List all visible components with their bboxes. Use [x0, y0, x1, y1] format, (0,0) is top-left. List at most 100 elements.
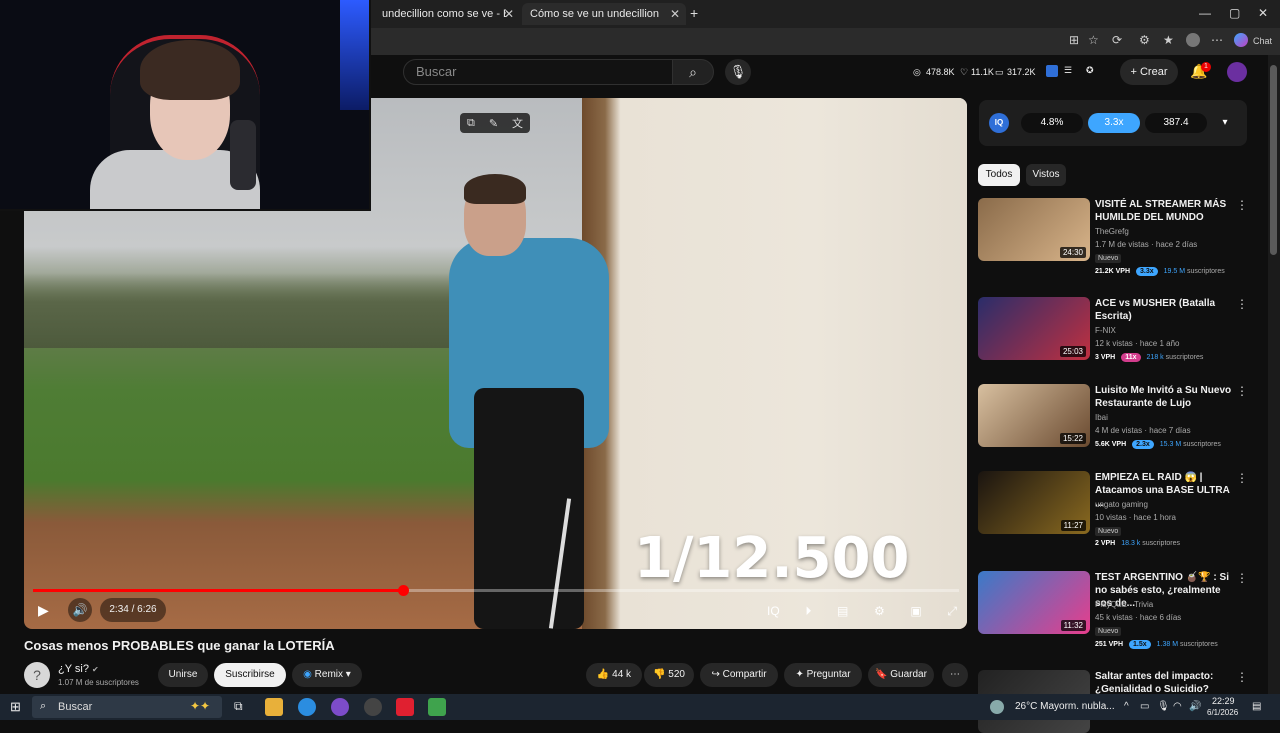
minimize-button[interactable]: —: [1199, 6, 1211, 20]
rec-subs: 1.38 M suscriptores: [1157, 641, 1218, 648]
iq-metric-3: 387.4: [1145, 113, 1207, 133]
rec-stats: 2 VPH 18.3 k suscriptores: [1095, 540, 1180, 547]
create-button[interactable]: + Crear: [1120, 59, 1178, 85]
rec-channel[interactable]: F-NIX: [1095, 326, 1116, 335]
remix-button[interactable]: ◉ Remix ▾: [292, 663, 362, 687]
iq-ext-icon[interactable]: [1046, 65, 1058, 77]
channel-avatar[interactable]: ?: [24, 662, 50, 688]
maximize-button[interactable]: ▢: [1229, 6, 1240, 20]
video-app-icon[interactable]: [396, 698, 414, 716]
dislike-button[interactable]: 👎 520: [644, 663, 694, 687]
more-vert-icon[interactable]: ⋮: [1236, 297, 1248, 311]
notes-icon[interactable]: ✎: [489, 117, 498, 130]
mic-icon[interactable]: 🎙: [1157, 701, 1170, 712]
app-icon[interactable]: [331, 698, 349, 716]
weather-text[interactable]: 26°C Mayorm. nubla...: [1015, 701, 1115, 712]
settings-icon[interactable]: ⚙: [874, 604, 885, 618]
favorite-icon[interactable]: ☆: [1088, 33, 1099, 47]
tab-search[interactable]: undecillion como se ve - Búsqued ✕: [374, 3, 520, 25]
autoplay-toggle-icon[interactable]: ⏵: [805, 604, 811, 619]
avatar[interactable]: [1227, 62, 1247, 82]
chevron-up-icon[interactable]: ^: [1124, 701, 1129, 712]
save-button[interactable]: 🔖 Guardar: [868, 663, 934, 687]
more-vert-icon[interactable]: ⋮: [1236, 670, 1248, 684]
join-button[interactable]: Unirse: [158, 663, 208, 687]
new-tab-button[interactable]: +: [690, 5, 698, 21]
subscribe-button[interactable]: Suscribirse: [214, 663, 286, 687]
profile-icon[interactable]: [1186, 33, 1200, 47]
chip-seen[interactable]: Vistos: [1026, 164, 1066, 186]
award-ext-icon[interactable]: ✪: [1086, 65, 1094, 76]
subtitles-icon[interactable]: ▤: [837, 604, 848, 618]
close-tab-icon[interactable]: ✕: [670, 7, 680, 21]
refresh-icon[interactable]: ⟳: [1112, 33, 1122, 47]
rec-channel[interactable]: Ibai: [1095, 413, 1108, 422]
vph: 5.6K VPH: [1095, 441, 1127, 448]
extensions-icon[interactable]: ⚙: [1139, 33, 1150, 47]
wifi-icon[interactable]: ◠: [1173, 701, 1182, 712]
favorites-icon[interactable]: ★: [1163, 33, 1174, 47]
close-window-button[interactable]: ✕: [1258, 6, 1268, 20]
volume-button[interactable]: 🔊: [68, 598, 92, 622]
network-icon[interactable]: ▭: [1140, 701, 1149, 712]
iq-icon[interactable]: IQ: [767, 604, 780, 618]
scrollbar-thumb[interactable]: [1270, 65, 1277, 255]
video-person-hair: [464, 174, 526, 204]
channel-name[interactable]: ¿Y si? ✔: [58, 663, 99, 675]
file-explorer-icon[interactable]: [265, 698, 283, 716]
video-tools[interactable]: ⧉ ✎ 文: [460, 113, 530, 133]
chat-label[interactable]: Chat: [1253, 36, 1272, 46]
rec-channel[interactable]: TheGrefg: [1095, 227, 1129, 236]
rec-title[interactable]: ACE vs MUSHER (Batalla Escrita): [1095, 297, 1235, 323]
rec-title[interactable]: VISITÉ AL STREAMER MÁS HUMILDE DEL MUNDO: [1095, 198, 1235, 224]
more-vert-icon[interactable]: ⋮: [1236, 384, 1248, 398]
volume-icon: 🔊: [72, 603, 88, 617]
tab-video[interactable]: Cómo se ve un undecillion ✕: [522, 3, 686, 25]
video-thumbnail[interactable]: 11:27: [978, 471, 1090, 534]
edge-icon[interactable]: [298, 698, 316, 716]
fullscreen-icon[interactable]: ⤢: [947, 604, 957, 619]
app-icon[interactable]: [364, 698, 382, 716]
video-thumbnail[interactable]: 11:32: [978, 571, 1090, 634]
rec-title[interactable]: Luisito Me Invitó a Su Nuevo Restaurante…: [1095, 384, 1235, 410]
iq-metric-1: 4.8%: [1021, 113, 1083, 133]
copilot-icon[interactable]: [1234, 33, 1248, 47]
voice-search-button[interactable]: 🎙: [725, 59, 751, 85]
clock-time[interactable]: 22:29: [1212, 696, 1235, 706]
verified-icon: ✔: [92, 665, 99, 674]
share-button[interactable]: ↪ Compartir: [700, 663, 778, 687]
more-actions-button[interactable]: ⋯: [942, 663, 968, 687]
translate-icon[interactable]: 文: [512, 115, 523, 131]
video-thumbnail[interactable]: 25:03: [978, 297, 1090, 360]
more-icon[interactable]: ⋯: [1211, 33, 1223, 47]
chevron-down-icon[interactable]: ▾: [1215, 113, 1235, 133]
apps-icon[interactable]: ⊞: [1069, 33, 1079, 47]
miniplayer-icon[interactable]: ▣: [910, 604, 921, 618]
task-view-icon[interactable]: ⧉: [234, 699, 243, 714]
more-vert-icon[interactable]: ⋮: [1236, 198, 1248, 212]
play-icon[interactable]: ▶: [38, 602, 49, 619]
ask-button[interactable]: ✦ Preguntar: [784, 663, 862, 687]
video-thumbnail[interactable]: 24:30: [978, 198, 1090, 261]
like-button[interactable]: 👍 44 k: [586, 663, 642, 687]
rec-channel[interactable]: ungato gaming: [1095, 500, 1148, 509]
list-ext-icon[interactable]: ☰: [1064, 65, 1072, 76]
windows-start-icon[interactable]: ⊞: [10, 699, 21, 715]
screenshot-icon[interactable]: ⧉: [467, 117, 475, 130]
close-tab-icon[interactable]: ✕: [504, 7, 514, 21]
notifications-icon[interactable]: ▤: [1252, 701, 1261, 712]
rec-subs-label: suscriptores: [1165, 354, 1204, 361]
search-input[interactable]: Buscar: [403, 59, 673, 85]
vph: 3 VPH: [1095, 354, 1116, 361]
search-button[interactable]: ⌕: [672, 59, 714, 85]
rec-subs-label: suscriptores: [1187, 268, 1225, 275]
chip-all[interactable]: Todos: [978, 164, 1020, 186]
minecraft-icon[interactable]: [428, 698, 446, 716]
volume-icon[interactable]: 🔊: [1189, 701, 1201, 712]
rec-channel[interactable]: PlayQuiz - Trivia: [1095, 600, 1153, 609]
rec-title[interactable]: Saltar antes del impacto: ¿Genialidad o …: [1095, 670, 1235, 696]
video-thumbnail[interactable]: 15:22: [978, 384, 1090, 447]
clock-date[interactable]: 6/1/2026: [1207, 708, 1238, 717]
more-vert-icon[interactable]: ⋮: [1236, 471, 1248, 485]
more-vert-icon[interactable]: ⋮: [1236, 571, 1248, 585]
